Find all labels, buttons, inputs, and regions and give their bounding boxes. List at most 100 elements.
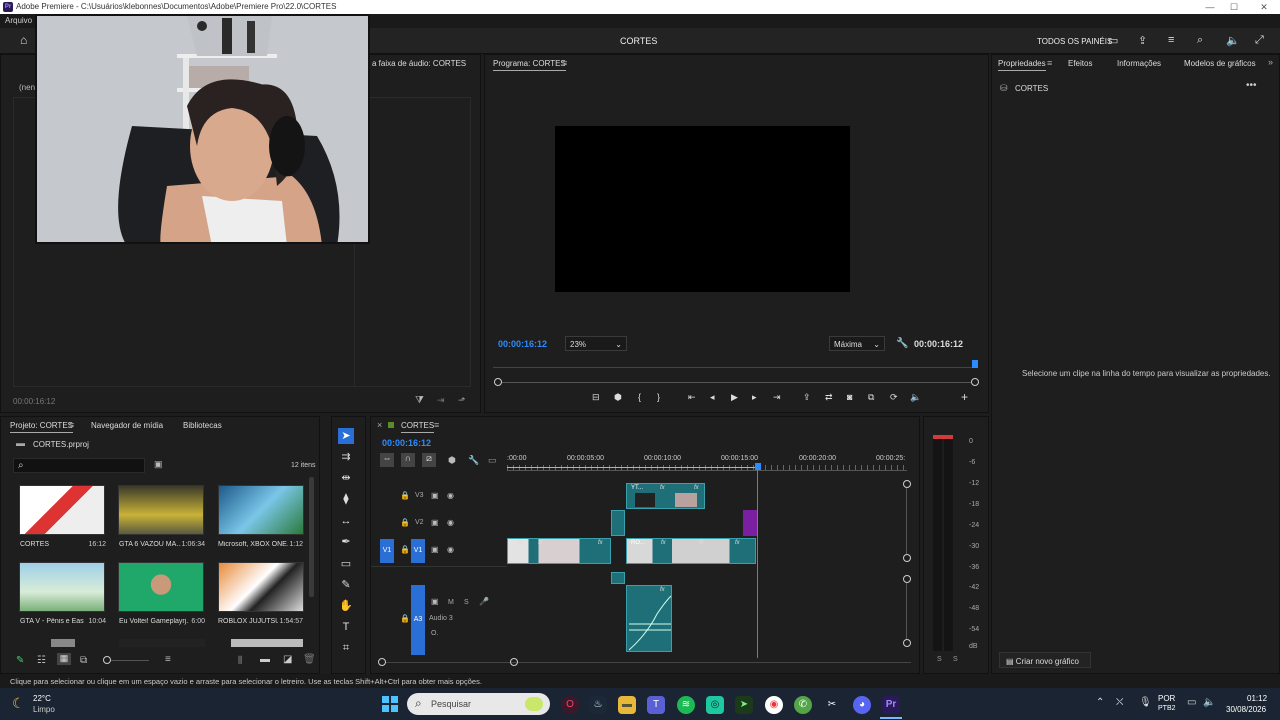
hand-tool-icon[interactable]: ✋	[338, 598, 354, 614]
tab-properties[interactable]: Propriedades	[998, 59, 1046, 71]
app-chrome-icon[interactable]: ◉	[765, 696, 783, 714]
scroll-handle[interactable]	[903, 639, 911, 647]
playhead-handle[interactable]	[755, 463, 761, 470]
app-premiere-icon[interactable]: Pr	[882, 696, 900, 714]
scroll-handle-right[interactable]	[971, 378, 979, 386]
sort-icon[interactable]: ≡	[165, 654, 171, 665]
weather-status[interactable]: Limpo	[33, 705, 55, 714]
thumb-voltei[interactable]	[118, 562, 204, 612]
solo-button[interactable]: S	[464, 599, 469, 606]
overwrite-icon[interactable]: ⇄	[825, 392, 833, 403]
more-tabs-icon[interactable]: »	[1268, 57, 1273, 67]
add-button-icon[interactable]: +	[961, 390, 968, 404]
taskbar-search-input[interactable]: ⌕ Pesquisar	[407, 693, 550, 715]
thumb-gta6[interactable]	[118, 485, 204, 535]
zoom-select[interactable]: 23% ⌄	[565, 336, 627, 351]
share-icon[interactable]: ⇪	[1138, 34, 1147, 47]
h-scroll-handle-right[interactable]	[510, 658, 518, 666]
sync-lock-icon[interactable]: ▣	[431, 597, 439, 606]
properties-menu-icon[interactable]: ≡	[1047, 58, 1052, 68]
app-explorer-icon[interactable]: ▬	[618, 696, 636, 714]
tab-libraries[interactable]: Bibliotecas	[183, 421, 222, 430]
playhead-marker[interactable]	[972, 360, 978, 368]
lock-icon[interactable]: 🔒	[400, 491, 410, 500]
home-icon[interactable]: ⌂	[20, 33, 27, 47]
ripple-edit-tool-icon[interactable]: ⇹	[338, 470, 354, 486]
scroll-handle[interactable]	[903, 575, 911, 583]
eye-icon[interactable]: ◉	[447, 545, 454, 554]
v-scrollbar[interactable]	[906, 583, 907, 639]
all-panels-label[interactable]: TODOS OS PAINÉIS	[1037, 37, 1112, 46]
sync-lock-icon[interactable]: ▣	[431, 518, 439, 527]
more-options-icon[interactable]: •••	[1246, 80, 1257, 91]
menu-lines-icon[interactable]: ≡	[1168, 34, 1174, 46]
program-ruler[interactable]	[493, 360, 975, 368]
tab-media-browser[interactable]: Navegador de mídia	[91, 421, 163, 430]
scroll-handle-left[interactable]	[494, 378, 502, 386]
new-folder-icon[interactable]: ▬	[260, 654, 270, 665]
tray-lang[interactable]: POR	[1158, 694, 1175, 703]
quality-select[interactable]: Máxima ⌄	[829, 336, 885, 351]
tray-chevron-icon[interactable]: ⌃	[1096, 697, 1104, 708]
lock-icon[interactable]: 🔒	[400, 518, 410, 527]
menu-arquivo[interactable]: Arquivo	[5, 16, 32, 25]
clip-v1-a[interactable]: fx fx fx	[507, 538, 611, 564]
project-search-input[interactable]: ⌕	[13, 458, 145, 473]
captions-icon[interactable]: ▭	[488, 455, 497, 466]
trash-icon[interactable]: 🗑	[303, 654, 316, 665]
automate-icon[interactable]: ⫼	[238, 655, 242, 666]
close-icon[interactable]: ✕	[1250, 0, 1278, 14]
track-select-tool-icon[interactable]: ⇉	[338, 449, 354, 465]
slip-tool-icon[interactable]: ↔	[338, 513, 354, 529]
insert-icon[interactable]: ⇥	[437, 395, 445, 406]
step-forward-icon[interactable]: ▸	[752, 392, 757, 403]
snap-icon[interactable]: ∩	[401, 453, 415, 467]
selection-tool-icon[interactable]: ➤	[338, 428, 354, 444]
create-graphic-button[interactable]: ▤ Criar novo gráfico	[999, 652, 1091, 668]
zoom-slider[interactable]	[111, 660, 149, 661]
go-to-in-icon[interactable]: ⇤	[688, 392, 696, 403]
program-menu-icon[interactable]: ≡	[562, 58, 567, 68]
scroll-handle[interactable]	[903, 554, 911, 562]
program-scrollbar[interactable]	[498, 382, 976, 383]
add-marker-icon[interactable]: ⬢	[448, 455, 456, 466]
icon-view-icon[interactable]: ▦	[57, 653, 71, 665]
volume-icon[interactable]: 🔈	[1226, 34, 1240, 47]
app-whatsapp2-icon[interactable]: ✆	[794, 696, 812, 714]
freeform-view-icon[interactable]: ⧉	[80, 655, 87, 666]
clip-v3[interactable]: YT... fx fx	[626, 483, 705, 509]
razor-tool-icon[interactable]: ⧫	[338, 491, 354, 507]
app-whatsapp-icon[interactable]: ◎	[706, 696, 724, 714]
track-label-a3[interactable]: A3	[411, 585, 425, 655]
type-tool-icon[interactable]: T	[338, 619, 354, 635]
panel-layout-icon[interactable]: ▭	[1108, 34, 1118, 47]
sync-lock-icon[interactable]: ▣	[431, 545, 439, 554]
mute-button[interactable]: M	[448, 599, 454, 606]
filter-icon[interactable]: ⧩	[415, 395, 424, 406]
thumb-cortes[interactable]	[19, 485, 105, 535]
project-menu-icon[interactable]: ≡	[69, 420, 74, 430]
windows-start-icon[interactable]	[382, 696, 398, 712]
tray-date[interactable]: 30/08/2026	[1226, 705, 1266, 714]
clip-a-small[interactable]	[611, 572, 625, 584]
tray-mic-icon[interactable]: 🎙	[1139, 697, 1152, 708]
lock-icon[interactable]: 🔒	[400, 545, 410, 554]
step-back-icon[interactable]: ◂	[710, 392, 715, 403]
weather-temp[interactable]: 22°C	[33, 694, 51, 703]
pen-add-tool-icon[interactable]: ✎	[338, 577, 354, 593]
zoom-slider-handle[interactable]	[103, 656, 111, 664]
list-view-icon[interactable]: ☷	[37, 655, 46, 666]
eye-icon[interactable]: ◉	[447, 518, 454, 527]
go-to-out-icon[interactable]: ⇥	[773, 392, 781, 403]
search-icon[interactable]: ⌕	[1197, 34, 1203, 47]
clip-v2[interactable]	[611, 510, 625, 536]
nest-icon[interactable]: ⇔	[380, 453, 394, 467]
timeline-menu-icon[interactable]: ≡	[434, 420, 439, 430]
wrench-icon[interactable]: 🔧	[896, 338, 908, 349]
tab-info[interactable]: Informações	[1117, 59, 1161, 68]
pencil-icon[interactable]: ✎	[16, 655, 24, 666]
extract-icon[interactable]: ⊟	[592, 392, 600, 403]
app-capcut-icon[interactable]: ✂	[823, 696, 841, 714]
scroll-handle[interactable]	[903, 480, 911, 488]
app-steam-icon[interactable]: ♨	[589, 696, 607, 714]
